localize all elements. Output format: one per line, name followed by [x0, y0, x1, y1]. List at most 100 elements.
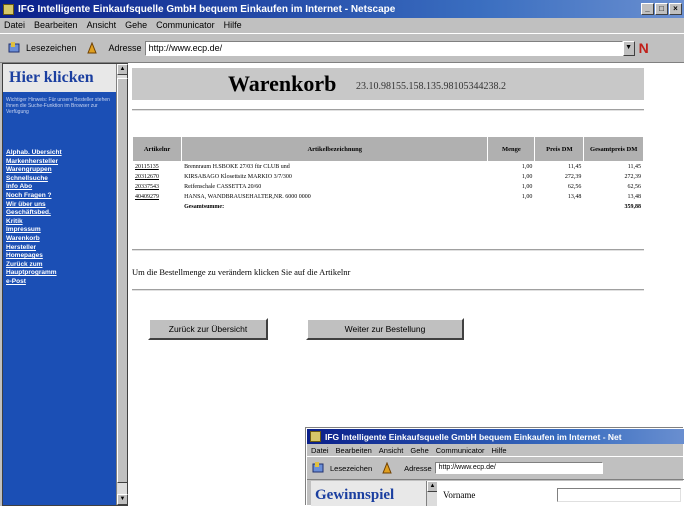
bookmark-icon[interactable]: [312, 462, 326, 474]
divider: [132, 289, 644, 291]
window-title: IFG Intelligente Einkaufsquelle GmbH beq…: [18, 3, 396, 15]
article-name: KIRSABAGO Klosettsitz MARKIO 3/7/300: [184, 173, 292, 180]
price: 13,48: [567, 193, 582, 200]
table-row: 40409279 HANSA, WANDBRAUSEHALTER,NR. 600…: [133, 192, 643, 201]
nav-link-impressum[interactable]: Impressum: [6, 226, 116, 235]
menu-hilfe[interactable]: Hilfe: [224, 20, 242, 30]
menu-datei[interactable]: Datei: [311, 446, 329, 455]
address-label: Adresse: [404, 463, 432, 473]
gewinnspiel-logo[interactable]: Gewinnspiel: [315, 487, 394, 504]
nav-link-hersteller[interactable]: Hersteller: [6, 244, 116, 253]
menu-bearbeiten[interactable]: Bearbeiten: [34, 20, 78, 30]
nav-link-wir-ueber-uns[interactable]: Wir über uns: [6, 201, 116, 210]
page-title: Warenkorb: [228, 71, 337, 96]
nav-link-markenhersteller[interactable]: Markenhersteller: [6, 158, 116, 167]
grand-total: 359,88: [624, 203, 642, 210]
bookmarks-button[interactable]: Lesezeichen: [330, 464, 372, 473]
netscape-icon: [310, 431, 321, 442]
nav-link-zurueck-zum[interactable]: Zurück zum: [6, 261, 116, 270]
location-icon: [382, 462, 392, 474]
maximize-icon[interactable]: □: [655, 3, 668, 15]
window2-menubar: Datei Bearbeiten Ansicht Gehe Communicat…: [307, 444, 684, 456]
bookmark-icon[interactable]: [8, 42, 22, 54]
back-to-overview-button[interactable]: Zurück zur Übersicht: [148, 318, 268, 340]
nav-link-noch-fragen[interactable]: Noch Fragen ?: [6, 192, 116, 201]
menu-gehe[interactable]: Gehe: [125, 20, 147, 30]
sidebar-nav: Alphab. Übersicht Markenhersteller Waren…: [6, 149, 116, 287]
menu-communicator[interactable]: Communicator: [436, 446, 485, 455]
continue-to-order-button[interactable]: Weiter zur Bestellung: [306, 318, 464, 340]
menu-hilfe[interactable]: Hilfe: [492, 446, 507, 455]
article-number-link[interactable]: 20115135: [133, 162, 181, 171]
article-name: Brennraum H.SBOKE 27/03 für CLUB und: [184, 163, 290, 170]
menu-ansicht[interactable]: Ansicht: [379, 446, 404, 455]
nav-link-homepages[interactable]: Homepages: [6, 252, 116, 261]
vorname-label: Vorname: [443, 490, 476, 500]
price: 62,56: [567, 183, 582, 190]
total-price: 13,48: [627, 193, 642, 200]
nav-link-info-abo[interactable]: Info Abo: [6, 183, 116, 192]
address-field[interactable]: http://www.ecp.de/: [144, 40, 623, 56]
window2-titlebar[interactable]: IFG Intelligente Einkaufsquelle GmbH beq…: [307, 429, 684, 444]
nav-link-warengruppen[interactable]: Warengruppen: [6, 166, 116, 175]
article-name: HANSA, WANDBRAUSEHALTER,NR. 6000 0000: [184, 193, 311, 200]
column-header: Gesamtpreis DM: [584, 137, 643, 161]
menu-datei[interactable]: Datei: [4, 20, 25, 30]
desktop: IFG Intelligente Einkaufsquelle GmbH beq…: [0, 0, 684, 506]
divider: [132, 109, 644, 111]
empty-cell: [133, 202, 181, 211]
nav-link-warenkorb[interactable]: Warenkorb: [6, 235, 116, 244]
table-row: 20115135 Brennraum H.SBOKE 27/03 für CLU…: [133, 162, 643, 171]
window2-scrollbar[interactable]: ▲: [426, 481, 438, 506]
nav-link-kritik[interactable]: Kritik: [6, 218, 116, 227]
article-number-link[interactable]: 20312670: [133, 172, 181, 181]
scroll-down-icon[interactable]: ▼: [117, 494, 128, 505]
location-toolbar: Lesezeichen Adresse http://www.ecp.de/ ▼…: [0, 33, 684, 63]
divider: [132, 249, 644, 251]
window2-title: IFG Intelligente Einkaufsquelle GmbH beq…: [325, 431, 622, 442]
quantity: 1,00: [521, 163, 533, 170]
window-controls: _ □ ×: [641, 3, 682, 15]
nav-link-geschaeftsbed[interactable]: Geschäftsbed.: [6, 209, 116, 218]
close-icon[interactable]: ×: [669, 3, 682, 15]
article-number-link[interactable]: 20337543: [133, 182, 181, 191]
column-header: Artikelbezeichnung: [182, 137, 488, 161]
netscape-logo-icon: N: [638, 40, 649, 56]
second-browser-window[interactable]: IFG Intelligente Einkaufsquelle GmbH beq…: [306, 428, 684, 506]
scroll-thumb[interactable]: [117, 78, 128, 483]
quantity-hint: Um die Bestellmenge zu verändern klicken…: [132, 267, 351, 277]
menu-communicator[interactable]: Communicator: [156, 20, 215, 30]
left-scrollbar[interactable]: ▲ ▼: [116, 64, 128, 505]
table-row: 20337543 Reifenschale CASSETTA 20/60 1,0…: [133, 182, 643, 191]
netscape-icon: [3, 3, 14, 15]
address-dropdown-icon[interactable]: ▼: [622, 40, 635, 56]
menu-bearbeiten[interactable]: Bearbeiten: [336, 446, 372, 455]
menubar: Datei Bearbeiten Ansicht Gehe Communicat…: [0, 18, 684, 32]
menu-ansicht[interactable]: Ansicht: [87, 20, 117, 30]
nav-link-e-post[interactable]: e-Post: [6, 278, 116, 287]
article-number-link[interactable]: 40409279: [133, 192, 181, 201]
minimize-icon[interactable]: _: [641, 3, 654, 15]
article-name: Reifenschale CASSETTA 20/60: [184, 183, 262, 190]
vorname-input[interactable]: [557, 488, 681, 502]
quantity: 1,00: [521, 173, 533, 180]
column-header: Artikelnr: [133, 137, 182, 161]
nav-link-alphab-uebersicht[interactable]: Alphab. Übersicht: [6, 149, 116, 158]
window-titlebar[interactable]: IFG Intelligente Einkaufsquelle GmbH beq…: [0, 0, 684, 18]
total-price: 11,45: [627, 163, 641, 170]
scroll-up-icon[interactable]: ▲: [117, 64, 128, 75]
hier-klicken-logo[interactable]: Hier klicken: [3, 64, 117, 92]
total-label: Gesamtsumme:: [184, 203, 225, 210]
menu-gehe[interactable]: Gehe: [410, 446, 428, 455]
table-row: 20312670 KIRSABAGO Klosettsitz MARKIO 3/…: [133, 172, 643, 181]
bookmarks-button[interactable]: Lesezeichen: [26, 43, 77, 53]
column-header: Menge: [488, 137, 535, 161]
quantity: 1,00: [521, 193, 533, 200]
window2-toolbar: Lesezeichen Adresse http://www.ecp.de/: [307, 456, 684, 480]
session-id: 23.10.98155.158.135.98105344238.2: [356, 81, 506, 92]
location-icon: [86, 42, 97, 54]
column-header: Preis DM: [535, 137, 584, 161]
nav-link-hauptprogramm[interactable]: Hauptprogramm: [6, 269, 116, 278]
address-field[interactable]: http://www.ecp.de/: [434, 462, 603, 474]
nav-link-schnellsuche[interactable]: Schnellsuche: [6, 175, 116, 184]
